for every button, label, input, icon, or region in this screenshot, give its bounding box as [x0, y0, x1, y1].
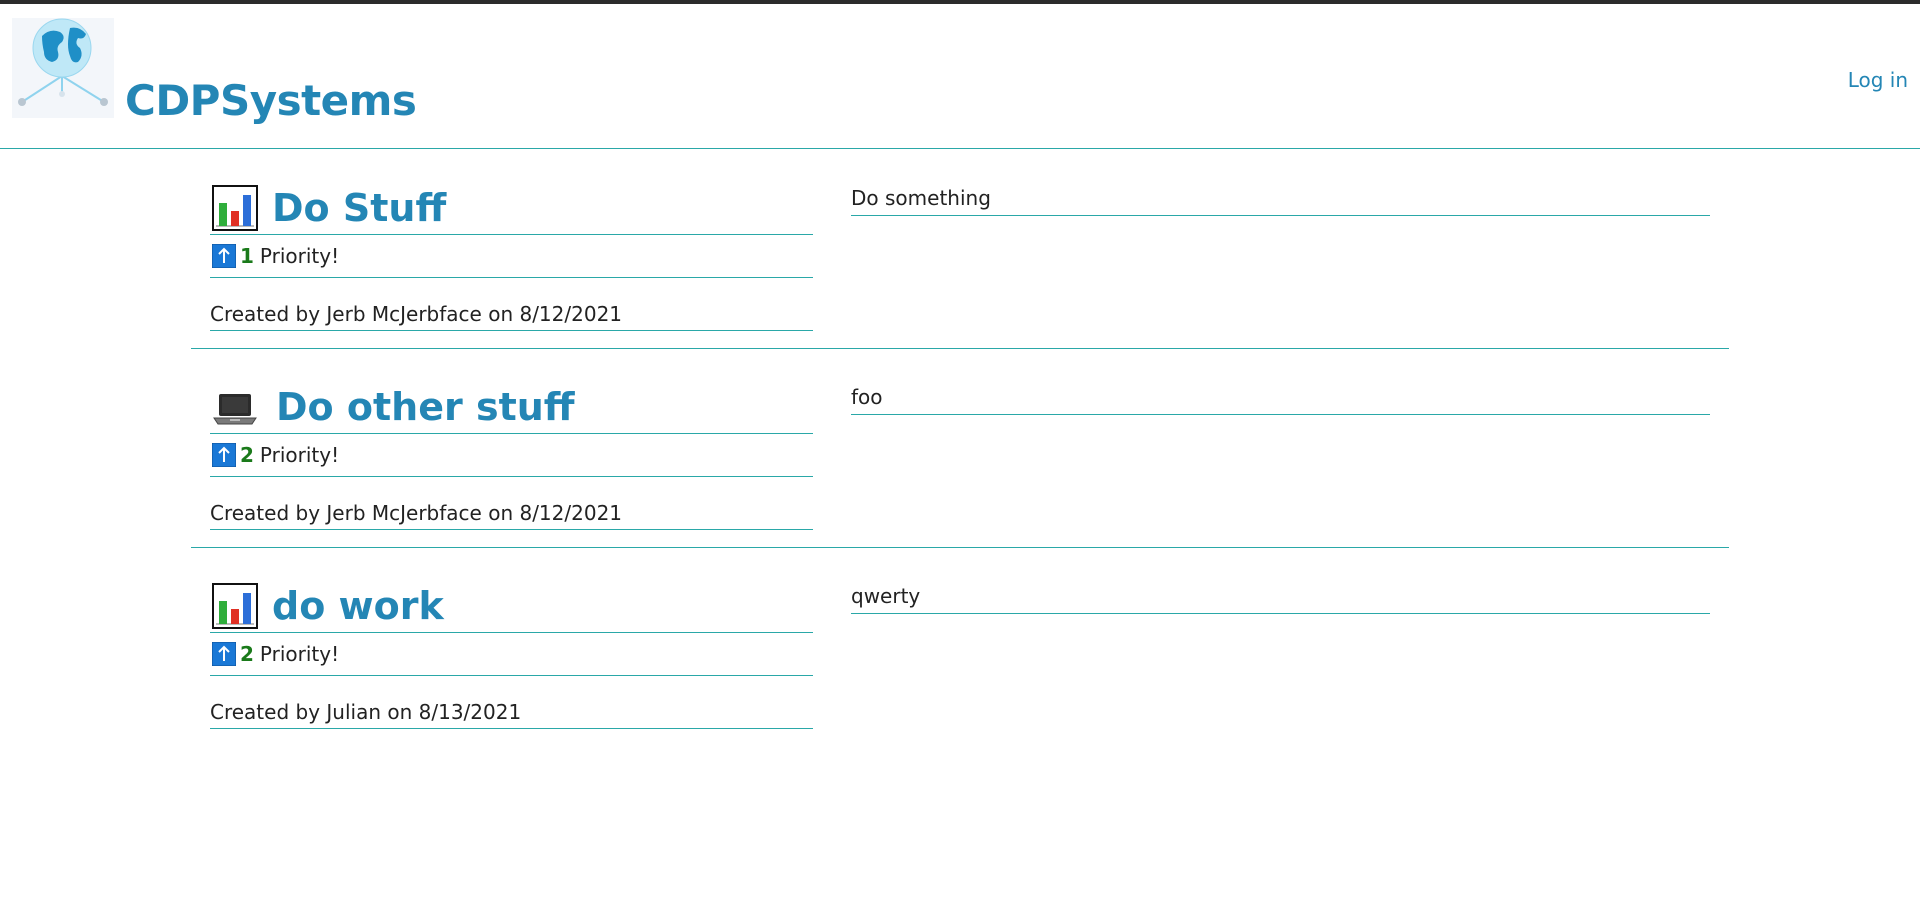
task-created-info: Created by Jerb McJerbface on 8/12/2021: [210, 477, 813, 530]
task-created-info: Created by Jerb McJerbface on 8/12/2021: [210, 278, 813, 331]
task-title-link[interactable]: do work: [272, 584, 444, 628]
task-item: Do other stuff 2 Priority! Created by Je…: [191, 349, 1729, 548]
task-priority: 2 Priority!: [210, 633, 813, 676]
up-arrow-icon: [212, 244, 236, 268]
task-description: Do something: [851, 186, 1710, 216]
task-description: foo: [851, 385, 1710, 415]
task-title-row: Do Stuff: [210, 184, 813, 235]
site-header: CDPSystems Log in: [0, 4, 1920, 149]
task-priority: 2 Priority!: [210, 434, 813, 477]
globe-logo-icon[interactable]: [12, 18, 114, 118]
priority-number: 2: [240, 443, 254, 467]
task-description: qwerty: [851, 584, 1710, 614]
priority-label: Priority!: [259, 244, 340, 268]
task-priority: 1 Priority!: [210, 235, 813, 278]
task-summary: Do Stuff 1 Priority! Created by Jerb McJ…: [210, 184, 813, 331]
priority-number: 1: [240, 244, 254, 268]
up-arrow-icon: [212, 443, 236, 467]
priority-number: 2: [240, 642, 254, 666]
brand-title[interactable]: CDPSystems: [125, 76, 417, 125]
laptop-icon: [213, 394, 257, 425]
task-title-link[interactable]: Do other stuff: [276, 385, 575, 429]
priority-label: Priority!: [259, 642, 340, 666]
bar-chart-icon: [212, 583, 258, 629]
task-item: do work 2 Priority! Created by Julian on…: [191, 548, 1729, 746]
task-title-row: do work: [210, 582, 813, 633]
task-summary: do work 2 Priority! Created by Julian on…: [210, 582, 813, 729]
task-list: Do Stuff 1 Priority! Created by Jerb McJ…: [191, 150, 1729, 746]
up-arrow-icon: [212, 642, 236, 666]
login-link[interactable]: Log in: [1848, 68, 1908, 92]
priority-label: Priority!: [259, 443, 340, 467]
task-summary: Do other stuff 2 Priority! Created by Je…: [210, 383, 813, 530]
task-title-link[interactable]: Do Stuff: [272, 186, 446, 230]
task-created-info: Created by Julian on 8/13/2021: [210, 676, 813, 729]
task-item: Do Stuff 1 Priority! Created by Jerb McJ…: [191, 150, 1729, 349]
bar-chart-icon: [212, 185, 258, 231]
task-title-row: Do other stuff: [210, 383, 813, 434]
